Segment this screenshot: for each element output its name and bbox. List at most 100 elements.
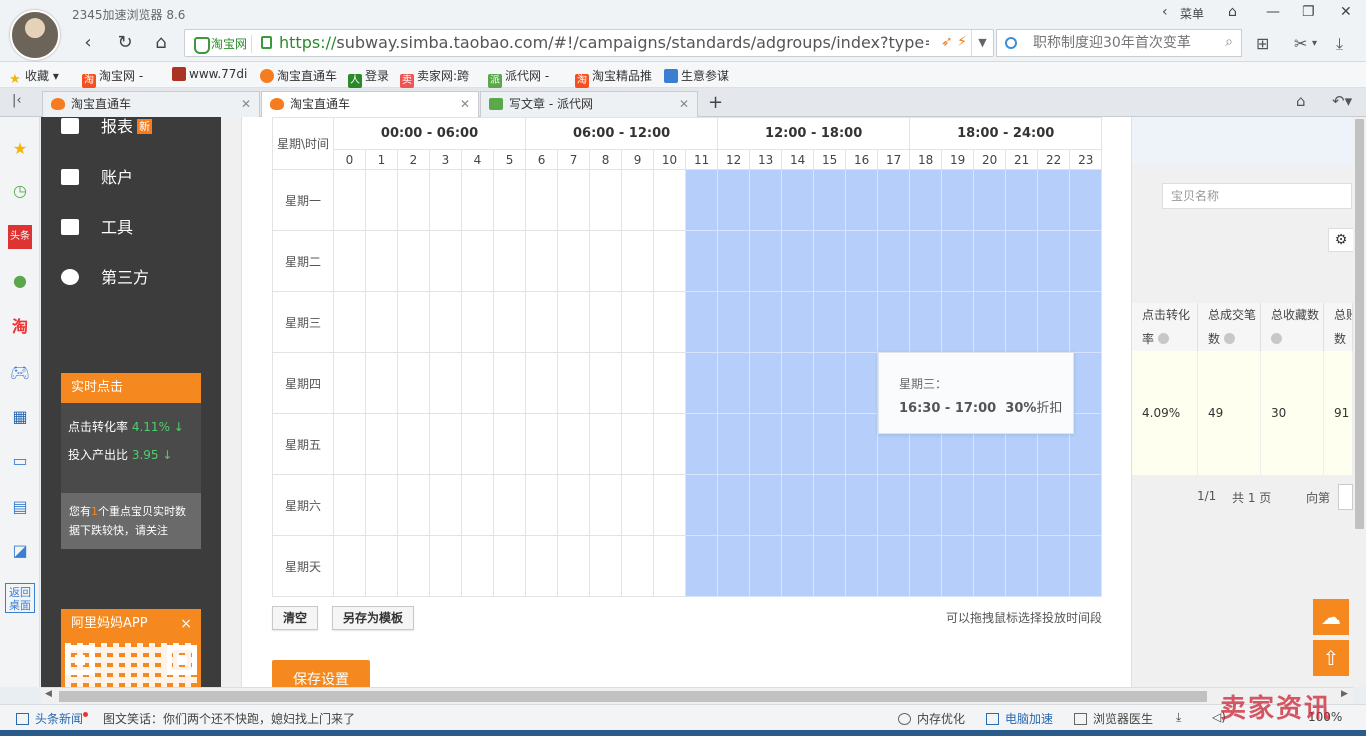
- time-slot-cell[interactable]: [845, 230, 879, 292]
- time-slot-cell[interactable]: [557, 169, 591, 231]
- time-slot-cell[interactable]: [461, 474, 494, 536]
- time-slot-cell[interactable]: [429, 474, 462, 536]
- time-slot-cell[interactable]: [492, 474, 527, 536]
- bookmark-seller[interactable]: 卖卖家网:跨: [400, 67, 469, 88]
- time-slot-cell[interactable]: [333, 291, 366, 353]
- time-slot-cell[interactable]: [1037, 169, 1071, 231]
- time-slot-cell[interactable]: [365, 535, 398, 597]
- close-tab-icon[interactable]: ✕: [241, 92, 251, 116]
- news-icon[interactable]: 头条: [8, 225, 32, 249]
- time-slot-cell[interactable]: [589, 291, 623, 353]
- time-slot-cell[interactable]: [365, 474, 398, 536]
- time-slot-cell[interactable]: [685, 413, 719, 475]
- scroll-right-icon[interactable]: ▶: [1341, 689, 1348, 699]
- nav-third-party[interactable]: 第三方: [61, 263, 149, 293]
- time-slot-cell[interactable]: [877, 291, 911, 353]
- time-slot-cell[interactable]: [653, 352, 687, 414]
- time-slot-cell[interactable]: [1069, 291, 1103, 353]
- time-slot-cell[interactable]: [781, 169, 815, 231]
- time-slot-cell[interactable]: [813, 291, 847, 353]
- time-slot-cell[interactable]: [813, 474, 847, 536]
- time-slot-cell[interactable]: [397, 230, 430, 292]
- time-slot-cell[interactable]: [557, 474, 591, 536]
- tab-ztc-2[interactable]: 淘宝直通车 ✕: [261, 91, 479, 118]
- bookmark-favorites[interactable]: ★ 收藏 ▾: [8, 67, 59, 87]
- close-tab-icon[interactable]: ✕: [460, 92, 470, 116]
- video-icon[interactable]: ▦: [8, 405, 32, 429]
- pc-speedup[interactable]: 电脑加速: [986, 710, 1053, 727]
- nav-account[interactable]: 账户: [61, 163, 133, 193]
- memory-optimize[interactable]: 内存优化: [898, 710, 965, 727]
- bookmark-sycm[interactable]: 生意参谋: [664, 67, 729, 84]
- time-slot-cell[interactable]: [333, 230, 366, 292]
- time-slot-cell[interactable]: [781, 352, 815, 414]
- time-slot-cell[interactable]: [973, 169, 1007, 231]
- time-slot-cell[interactable]: [1005, 169, 1039, 231]
- time-slot-cell[interactable]: [717, 291, 751, 353]
- time-slot-cell[interactable]: [909, 291, 943, 353]
- time-slot-cell[interactable]: [557, 291, 591, 353]
- time-slot-cell[interactable]: [621, 352, 655, 414]
- time-slot-cell[interactable]: [749, 474, 783, 536]
- time-slot-cell[interactable]: [685, 230, 719, 292]
- time-slot-cell[interactable]: [653, 474, 687, 536]
- time-slot-cell[interactable]: [653, 230, 687, 292]
- time-slot-cell[interactable]: [781, 413, 815, 475]
- new-tab-icon[interactable]: +: [708, 92, 723, 113]
- time-slot-cell[interactable]: [589, 535, 623, 597]
- time-slot-cell[interactable]: [461, 230, 494, 292]
- refresh-icon[interactable]: ↻: [114, 32, 136, 54]
- time-slot-cell[interactable]: [877, 474, 911, 536]
- time-slot-cell[interactable]: [589, 230, 623, 292]
- close-tab-icon[interactable]: ✕: [679, 92, 689, 116]
- time-slot-cell[interactable]: [557, 535, 591, 597]
- time-slot-cell[interactable]: [589, 413, 623, 475]
- time-slot-cell[interactable]: [429, 169, 462, 231]
- time-slot-cell[interactable]: [717, 535, 751, 597]
- time-slot-cell[interactable]: [1069, 230, 1103, 292]
- time-slot-cell[interactable]: [877, 230, 911, 292]
- time-slot-cell[interactable]: [333, 413, 366, 475]
- taobao-icon[interactable]: 淘: [8, 315, 32, 339]
- time-slot-cell[interactable]: [461, 352, 494, 414]
- time-slot-cell[interactable]: [1037, 474, 1071, 536]
- time-slot-cell[interactable]: [1005, 230, 1039, 292]
- time-slot-cell[interactable]: [781, 291, 815, 353]
- time-slot-cell[interactable]: [845, 169, 879, 231]
- time-slot-cell[interactable]: [397, 474, 430, 536]
- time-slot-cell[interactable]: [813, 535, 847, 597]
- time-slot-cell[interactable]: [1069, 169, 1103, 231]
- time-slot-cell[interactable]: [525, 413, 559, 475]
- time-slot-cell[interactable]: [1037, 535, 1071, 597]
- time-slot-cell[interactable]: [909, 169, 943, 231]
- time-slot-cell[interactable]: [492, 230, 527, 292]
- favorites-icon[interactable]: ★: [8, 137, 32, 161]
- time-slot-cell[interactable]: [973, 291, 1007, 353]
- time-slot-cell[interactable]: [813, 230, 847, 292]
- time-slot-cell[interactable]: [749, 413, 783, 475]
- apps-grid-icon[interactable]: ⊞: [1256, 34, 1269, 53]
- time-slot-cell[interactable]: [653, 535, 687, 597]
- time-slot-cell[interactable]: [365, 413, 398, 475]
- vertical-scrollbar[interactable]: [1353, 117, 1366, 687]
- time-slot-cell[interactable]: [1037, 291, 1071, 353]
- time-slot-cell[interactable]: [492, 413, 527, 475]
- time-slot-cell[interactable]: [365, 169, 398, 231]
- time-slot-cell[interactable]: [621, 535, 655, 597]
- time-slot-cell[interactable]: [525, 535, 559, 597]
- realtime-alert[interactable]: 您有1个重点宝贝实时数据下跌较快，请关注: [61, 493, 201, 549]
- bookmark-login[interactable]: 人登录: [348, 67, 389, 88]
- time-slot-cell[interactable]: [717, 169, 751, 231]
- close-window-icon[interactable]: ✕: [1340, 4, 1352, 20]
- time-slot-cell[interactable]: [333, 535, 366, 597]
- time-slot-cell[interactable]: [333, 352, 366, 414]
- time-slot-cell[interactable]: [685, 535, 719, 597]
- clear-button[interactable]: 清空: [272, 606, 318, 630]
- time-slot-cell[interactable]: [973, 474, 1007, 536]
- time-slot-cell[interactable]: [845, 291, 879, 353]
- time-slot-cell[interactable]: [941, 535, 975, 597]
- time-slot-cell[interactable]: [685, 291, 719, 353]
- home-icon[interactable]: ⌂: [150, 32, 172, 54]
- time-slot-cell[interactable]: [397, 413, 430, 475]
- time-slot-cell[interactable]: [1037, 230, 1071, 292]
